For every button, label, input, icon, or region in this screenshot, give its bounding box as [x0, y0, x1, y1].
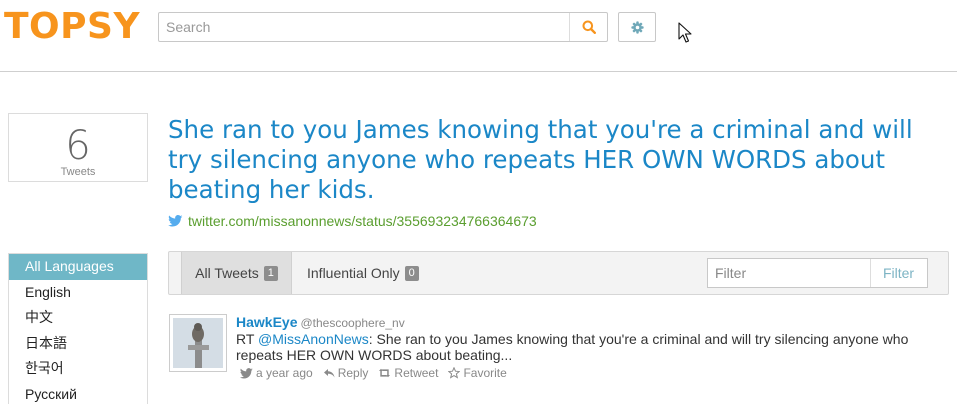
- star-icon: [448, 367, 461, 379]
- language-item-all[interactable]: All Languages: [9, 254, 147, 280]
- favorite-label: Favorite: [463, 366, 507, 380]
- tab-influential-count: 0: [404, 265, 419, 281]
- gear-icon: [630, 20, 644, 34]
- twitter-bird-icon: [240, 367, 253, 378]
- language-item-korean[interactable]: 한국어: [9, 356, 147, 382]
- tweet-author-name[interactable]: HawkEye: [236, 314, 297, 330]
- tweet-count: 6: [65, 123, 91, 169]
- filter-button[interactable]: Filter: [870, 259, 927, 287]
- language-list: All Languages English 中文 日本語 한국어 Русский: [8, 253, 148, 404]
- reply-button[interactable]: Reply: [323, 366, 369, 380]
- tweet-count-box: 6 Tweets: [8, 113, 148, 182]
- tweet-link[interactable]: twitter.com/missanonnews/status/35569323…: [168, 213, 537, 229]
- mouse-cursor-icon: [678, 22, 692, 43]
- language-item-japanese[interactable]: 日本語: [9, 331, 147, 357]
- settings-button[interactable]: [618, 12, 656, 42]
- favorite-button[interactable]: Favorite: [448, 366, 507, 380]
- language-item-chinese[interactable]: 中文: [9, 305, 147, 331]
- filter-input[interactable]: [708, 259, 871, 287]
- search-input[interactable]: [159, 13, 570, 41]
- tab-all-tweets[interactable]: All Tweets 1: [181, 252, 292, 294]
- tab-all-tweets-label: All Tweets: [195, 265, 259, 281]
- tweet-text: RT @MissAnonNews: She ran to you James k…: [236, 331, 926, 363]
- tab-all-tweets-count: 1: [263, 265, 278, 281]
- tweet-time[interactable]: a year ago: [240, 366, 313, 380]
- retweet-button[interactable]: Retweet: [378, 366, 438, 380]
- reply-label: Reply: [337, 366, 369, 380]
- language-item-english[interactable]: English: [9, 280, 147, 306]
- tweet-mention[interactable]: @MissAnonNews: [258, 331, 369, 347]
- tweet-tabs-bar: All Tweets 1 Influential Only 0 Filter: [168, 251, 949, 295]
- filter-box: Filter: [707, 258, 928, 288]
- search-box: [158, 12, 608, 42]
- tweet-count-label: Tweets: [60, 166, 96, 178]
- avatar-image: [173, 318, 223, 368]
- tab-influential-only[interactable]: Influential Only 0: [307, 252, 419, 294]
- page-title[interactable]: She ran to you James knowing that you're…: [168, 115, 948, 205]
- tweet-actions: a year ago Reply Retweet Favorite: [240, 366, 507, 380]
- topsy-logo[interactable]: TOPSY: [4, 6, 140, 47]
- retweet-icon: [379, 368, 391, 378]
- search-icon: [582, 20, 596, 34]
- tweet-link-text[interactable]: twitter.com/missanonnews/status/35569323…: [188, 213, 537, 229]
- tweet-author-handle[interactable]: @thescoophere_nv: [300, 316, 404, 330]
- avatar[interactable]: [169, 314, 227, 372]
- search-button[interactable]: [569, 13, 607, 41]
- reply-icon: [323, 369, 335, 378]
- retweet-label: Retweet: [394, 366, 439, 380]
- tweet-time-text: a year ago: [256, 366, 313, 380]
- tweet-rt-prefix: RT: [236, 331, 259, 347]
- tab-influential-label: Influential Only: [307, 265, 400, 281]
- twitter-bird-icon: [168, 215, 183, 227]
- tweet-author: HawkEye @thescoophere_nv: [236, 314, 405, 330]
- header-divider: [0, 71, 957, 72]
